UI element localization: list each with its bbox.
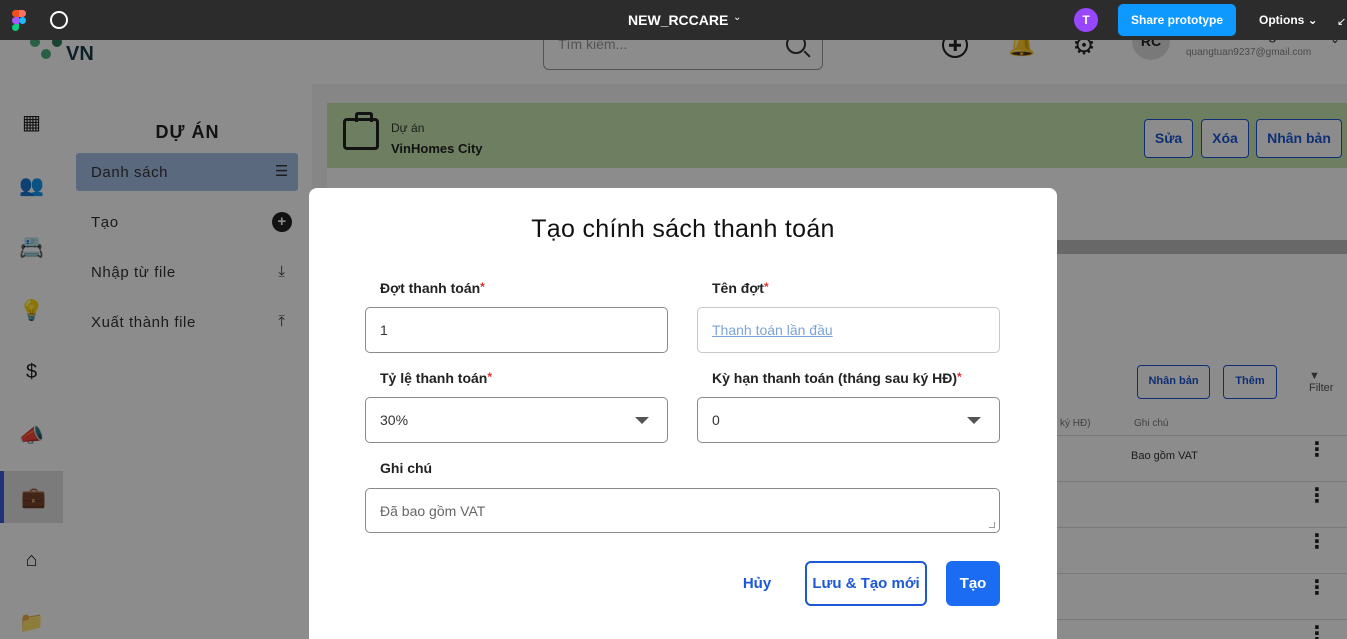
comment-icon[interactable] — [50, 11, 68, 29]
installment-field[interactable]: 1 — [365, 307, 668, 353]
rate-label: Tỷ lệ thanh toán* — [380, 370, 493, 386]
save-and-new-button[interactable]: Lưu & Tạo mới — [805, 561, 927, 606]
create-payment-policy-modal: Tạo chính sách thanh toán Đợt thanh toán… — [309, 188, 1057, 639]
note-value: Đã bao gồm VAT — [380, 503, 486, 519]
installment-name-label: Tên đợt* — [712, 280, 769, 296]
required-mark: * — [487, 370, 493, 384]
required-mark: * — [480, 280, 485, 294]
figma-toolbar: NEW_RCCARE ⌄ T Share prototype Options ⌄… — [0, 0, 1347, 40]
caret-down-icon — [635, 417, 649, 424]
chevron-down-icon: ⌄ — [1307, 13, 1318, 27]
installment-name-field[interactable]: Thanh toán lần đầu — [697, 307, 1000, 353]
share-prototype-button[interactable]: Share prototype — [1118, 4, 1236, 36]
rate-select[interactable]: 30% — [365, 397, 668, 443]
note-label: Ghi chú — [380, 460, 433, 476]
rate-value: 30% — [380, 412, 409, 428]
caret-down-icon — [967, 417, 981, 424]
resize-handle-icon[interactable] — [989, 522, 995, 528]
required-mark: * — [957, 370, 962, 384]
modal-title: Tạo chính sách thanh toán — [531, 215, 835, 243]
avatar[interactable]: T — [1074, 8, 1098, 32]
figma-logo-icon[interactable] — [12, 10, 26, 31]
create-button[interactable]: Tạo — [946, 561, 1000, 606]
term-select[interactable]: 0 — [697, 397, 1000, 443]
file-title[interactable]: NEW_RCCARE — [628, 12, 728, 28]
collapse-icon[interactable]: ↙ — [1337, 15, 1346, 28]
options-label: Options — [1259, 13, 1305, 27]
options-menu[interactable]: Options ⌄ — [1259, 13, 1318, 27]
required-mark: * — [763, 280, 769, 294]
term-label: Kỳ hạn thanh toán (tháng sau ký HĐ)* — [712, 370, 962, 386]
cancel-button[interactable]: Hủy — [735, 562, 779, 606]
chevron-down-icon[interactable]: ⌄ — [733, 12, 741, 23]
term-value: 0 — [712, 412, 720, 428]
installment-label: Đợt thanh toán* — [380, 280, 485, 296]
note-textarea[interactable]: Đã bao gồm VAT — [365, 488, 1000, 533]
